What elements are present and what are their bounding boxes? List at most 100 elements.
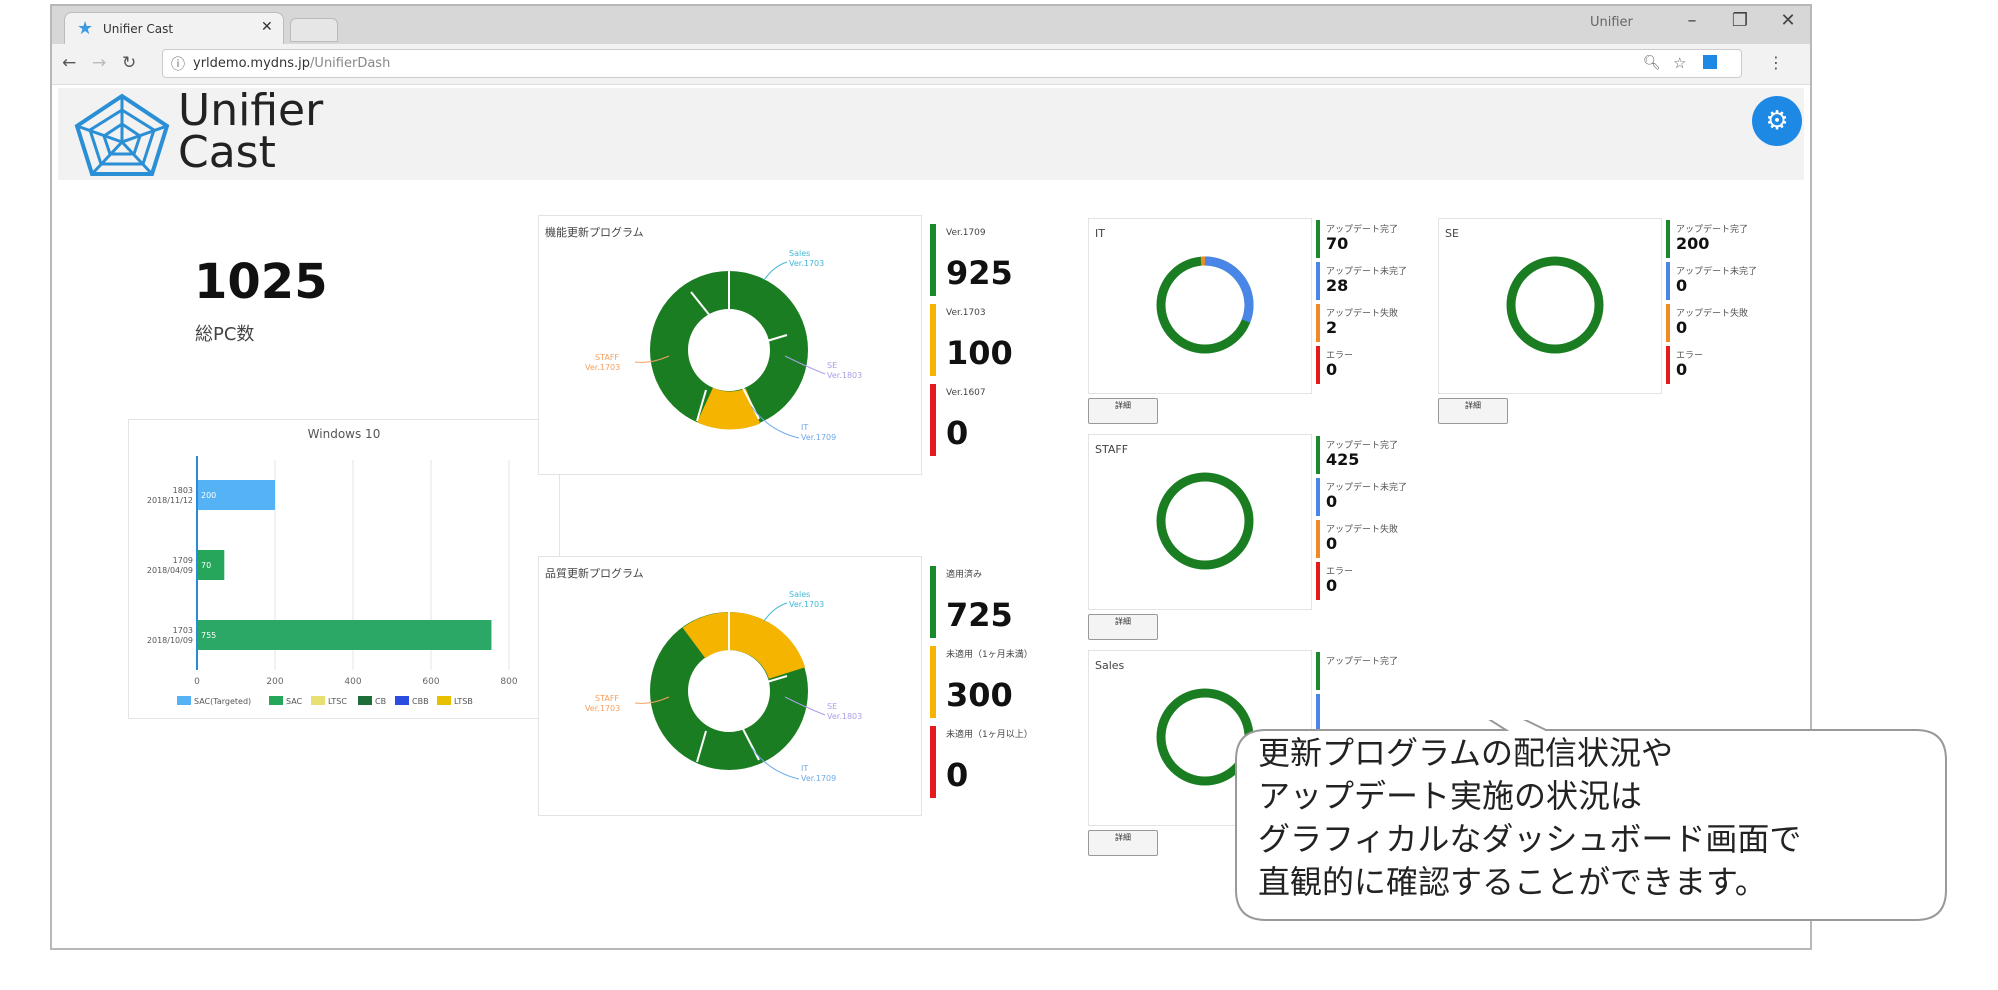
y-category-label: 2018/04/09: [147, 566, 193, 575]
callout-line-4: 直観的に確認することができます。: [1258, 863, 1767, 901]
feature-stat-oldest: Ver.1607 0: [930, 384, 1090, 456]
legend-swatch: [437, 696, 451, 705]
legend-label: SAC: [286, 697, 303, 706]
callout-text: 更新プログラムの配信状況や アップデート実施の状況は グラフィカルなダッシュボー…: [1258, 732, 1801, 904]
group-stat-value: 0: [1326, 534, 1338, 553]
x-tick-label: 600: [422, 677, 439, 687]
quality-stat-applied-bar: [930, 566, 936, 638]
bookmark-star-icon[interactable]: ☆: [1673, 54, 1686, 72]
logo-text: Unifier Cast: [178, 89, 323, 178]
callout-line-1: 更新プログラムの配信状況や: [1258, 734, 1674, 772]
group-stat-bar: [1316, 346, 1320, 384]
group-se-detail-button[interactable]: 詳細: [1438, 398, 1508, 424]
feature-stat-current: Ver.1709 925: [930, 224, 1090, 296]
group-se-donut: [1506, 256, 1604, 354]
address-bar: ← → ↻ ⓘ yrldemo.mydns.jp/UnifierDash 🔍︎ …: [52, 44, 1810, 85]
legend-label: CBB: [412, 697, 429, 706]
group-stat-value: 0: [1326, 492, 1338, 511]
group-it-detail-button[interactable]: 詳細: [1088, 398, 1158, 424]
feature-stat-current-label: Ver.1709: [946, 228, 986, 238]
url-host: yrldemo.mydns.jp: [193, 56, 311, 71]
group-se-stat: アップデート完了 200: [1666, 220, 1766, 258]
feature-seg-sales-sub: Ver.1703: [789, 259, 824, 268]
app-header: Unifier Cast ⚙: [58, 88, 1804, 180]
quality-update-panel: 品質更新プログラム Sales Ver.1703 SE Ver.1803 IT …: [538, 556, 922, 816]
zoom-icon[interactable]: 🔍︎: [1643, 55, 1661, 71]
group-it-stat: アップデート失敗 2: [1316, 304, 1416, 342]
group-stat-value: 0: [1326, 576, 1338, 595]
bar-value-label: 200: [201, 491, 216, 500]
tab-close-icon[interactable]: ✕: [261, 19, 273, 35]
feature-update-donut: Sales Ver.1703 SE Ver.1803 IT Ver.1709 S…: [585, 249, 862, 442]
group-stat-label: アップデート未完了: [1676, 267, 1758, 277]
restore-icon[interactable]: ❐: [1720, 10, 1760, 31]
feature-update-title: 機能更新プログラム: [545, 226, 644, 239]
share-icon-button[interactable]: ⚙: [1752, 96, 1802, 146]
group-staff-stat: エラー 0: [1316, 562, 1416, 600]
minimize-icon[interactable]: –: [1672, 10, 1712, 31]
feature-seg-it-sub: Ver.1709: [801, 433, 836, 442]
menu-icon[interactable]: ⋮: [1768, 53, 1784, 72]
legend-swatch: [269, 696, 283, 705]
bar-chart-svg: Windows 10 0 200 400 600 800 18032018/11/12 200…: [147, 427, 518, 706]
group-stat-bar: [1316, 652, 1320, 690]
forward-icon[interactable]: →: [92, 53, 106, 73]
quality-stat-pending-value: 300: [946, 676, 1013, 714]
quality-stat-overdue-label: 未適用（1ヶ月以上）: [946, 730, 1033, 740]
group-stat-bar: [1316, 220, 1320, 258]
feature-seg-sales-label: Sales: [789, 249, 810, 258]
reload-icon[interactable]: ↻: [122, 53, 136, 73]
close-window-icon[interactable]: ✕: [1768, 10, 1808, 31]
group-stat-label: アップデート完了: [1326, 657, 1399, 667]
x-tick-label: 200: [266, 677, 283, 687]
feature-seg-staff-sub: Ver.1703: [585, 363, 620, 372]
legend-swatch: [177, 696, 191, 705]
logo-line-2: Cast: [178, 127, 276, 178]
group-it-title: IT: [1095, 227, 1105, 240]
group-it-donut: [1156, 256, 1254, 354]
quality-seg-staff-label: STAFF: [595, 694, 619, 703]
bar-value-label: 755: [201, 631, 216, 640]
url-path: /UnifierDash: [310, 56, 391, 71]
group-staff-detail-button[interactable]: 詳細: [1088, 614, 1158, 640]
tab-title: Unifier Cast: [103, 22, 174, 36]
url-input[interactable]: ⓘ yrldemo.mydns.jp/UnifierDash 🔍︎ ☆: [162, 49, 1742, 78]
back-icon[interactable]: ←: [62, 53, 76, 73]
feature-stat-older: Ver.1703 100: [930, 304, 1090, 376]
quality-seg-staff-sub: Ver.1703: [585, 704, 620, 713]
group-stat-bar: [1666, 220, 1670, 258]
quality-seg-it-label: IT: [801, 764, 808, 773]
group-stat-bar: [1316, 262, 1320, 300]
group-stat-bar: [1316, 520, 1320, 558]
info-icon[interactable]: ⓘ: [171, 54, 185, 74]
total-pc-count: 1025: [194, 254, 328, 310]
bar-value-label: 70: [201, 561, 211, 570]
feature-stat-older-bar: [930, 304, 936, 376]
chart-bar: [198, 620, 492, 650]
feature-stat-oldest-label: Ver.1607: [946, 388, 986, 398]
group-stat-bar: [1666, 304, 1670, 342]
y-category-label: 2018/11/12: [147, 496, 193, 505]
browser-tab[interactable]: ★ Unifier Cast ✕: [64, 12, 284, 44]
feature-stat-current-bar: [930, 224, 936, 296]
group-staff-stat: アップデート失敗 0: [1316, 520, 1416, 558]
group-sales-title: Sales: [1095, 659, 1125, 672]
group-stat-bar: [1316, 436, 1320, 474]
feature-stat-older-label: Ver.1703: [946, 308, 986, 318]
feature-stat-older-value: 100: [946, 334, 1013, 372]
group-stat-value: 425: [1326, 450, 1360, 469]
group-stat-bar: [1316, 304, 1320, 342]
tab-bar: ★ Unifier Cast ✕ Unifier – ❐ ✕: [52, 6, 1810, 44]
x-tick-label: 800: [500, 677, 517, 687]
profile-name[interactable]: Unifier: [1590, 15, 1633, 30]
feature-seg-se-label: SE: [827, 361, 837, 370]
group-se-title: SE: [1445, 227, 1459, 240]
quality-stat-pending: 未適用（1ヶ月未満） 300: [930, 646, 1090, 718]
group-sales-detail-button[interactable]: 詳細: [1088, 830, 1158, 856]
group-stat-value: 0: [1326, 360, 1338, 379]
group-it-stat: アップデート未完了 28: [1316, 262, 1416, 300]
legend-swatch: [358, 696, 372, 705]
new-tab-button[interactable]: [290, 18, 338, 42]
y-category-label: 1709: [173, 556, 193, 565]
windows-extension-icon[interactable]: [1703, 55, 1717, 69]
